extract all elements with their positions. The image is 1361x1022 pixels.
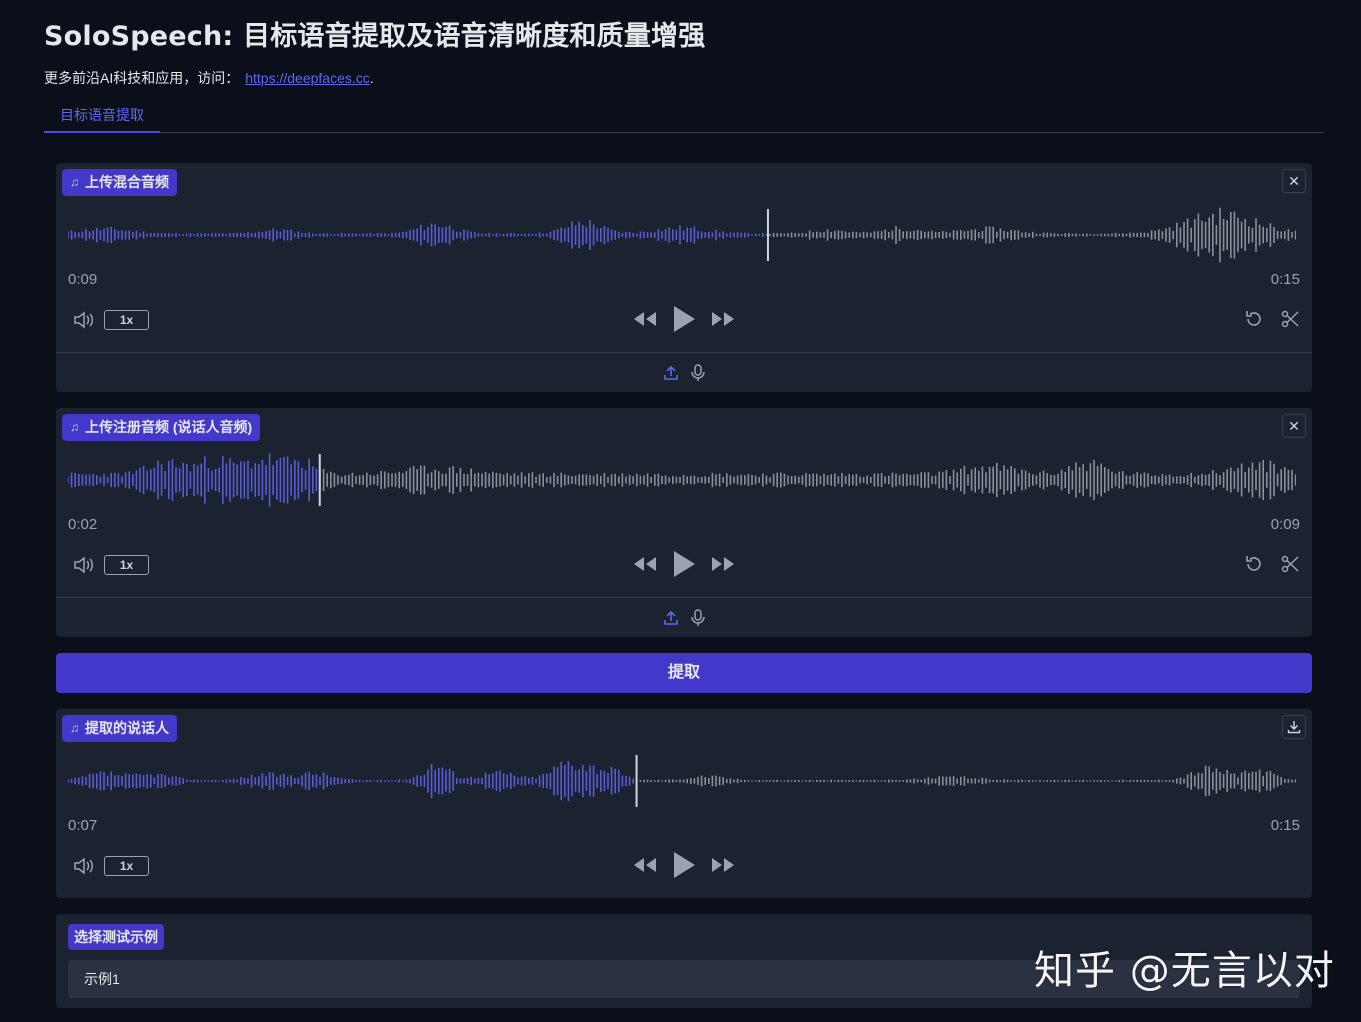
output-audio-waveform[interactable]	[68, 753, 1296, 809]
mixed-audio-panel: ♫ 上传混合音频 ✕ 0:09 0:15 1x	[56, 163, 1312, 392]
enroll-audio-current-time: 0:02	[68, 516, 98, 533]
mixed-audio-label-text: 上传混合音频	[85, 174, 169, 190]
music-note-icon: ♫	[70, 420, 79, 434]
upload-icon[interactable]	[663, 365, 679, 381]
output-audio-label-text: 提取的说话人	[85, 720, 169, 736]
output-audio-duration: 0:15	[1270, 817, 1300, 834]
enroll-audio-panel: ♫ 上传注册音频 (说话人音频) ✕ 0:02 0:09 1x	[56, 408, 1312, 637]
enroll-audio-label: ♫ 上传注册音频 (说话人音频)	[62, 414, 261, 441]
mixed-audio-current-time: 0:09	[68, 271, 98, 288]
upload-icon[interactable]	[663, 610, 679, 626]
tab-bar: 目标语音提取	[44, 98, 1324, 133]
enroll-audio-waveform[interactable]	[68, 452, 1296, 508]
examples-label: 选择测试示例	[68, 924, 164, 950]
transport-controls	[632, 549, 736, 579]
rewind-icon[interactable]	[632, 310, 658, 328]
play-icon[interactable]	[672, 851, 696, 879]
enroll-audio-source-bar	[56, 597, 1312, 637]
watermark: 知乎 @无言以对	[1034, 948, 1335, 994]
mixed-audio-source-bar	[56, 352, 1312, 392]
playback-rate-button[interactable]: 1x	[104, 856, 149, 876]
extract-button[interactable]: 提取	[56, 653, 1312, 693]
transport-controls	[632, 850, 736, 880]
playback-rate-button[interactable]: 1x	[104, 555, 149, 575]
subtitle-link[interactable]: https://deepfaces.cc	[245, 70, 370, 86]
fast-forward-icon[interactable]	[710, 856, 736, 874]
enroll-audio-duration: 0:09	[1270, 516, 1300, 533]
microphone-icon[interactable]	[691, 608, 705, 627]
output-audio-label: ♫ 提取的说话人	[62, 715, 177, 742]
music-note-icon: ♫	[70, 175, 79, 189]
reset-icon[interactable]	[1244, 554, 1264, 574]
transport-controls	[632, 304, 736, 334]
subtitle-text: 更多前沿AI科技和应用，访问：	[44, 70, 240, 86]
output-audio-current-time: 0:07	[68, 817, 98, 834]
download-icon[interactable]	[1282, 715, 1306, 739]
output-audio-panel: ♫ 提取的说话人 0:07 0:15 1x	[56, 709, 1312, 898]
play-icon[interactable]	[672, 550, 696, 578]
examples-label-text: 选择测试示例	[74, 929, 158, 945]
play-icon[interactable]	[672, 305, 696, 333]
edit-controls	[1244, 554, 1300, 576]
reset-icon[interactable]	[1244, 309, 1264, 329]
mixed-audio-waveform[interactable]	[68, 207, 1296, 263]
close-icon[interactable]: ✕	[1282, 414, 1306, 438]
rewind-icon[interactable]	[632, 555, 658, 573]
mixed-audio-label: ♫ 上传混合音频	[62, 169, 177, 196]
rewind-icon[interactable]	[632, 856, 658, 874]
page-title: SoloSpeech: 目标语音提取及语音清晰度和质量增强	[44, 21, 706, 52]
volume-icon[interactable]	[72, 555, 96, 575]
mixed-audio-duration: 0:15	[1270, 271, 1300, 288]
microphone-icon[interactable]	[691, 363, 705, 382]
volume-icon[interactable]	[72, 856, 96, 876]
subtitle-suffix: .	[369, 70, 374, 86]
playback-rate-button[interactable]: 1x	[104, 310, 149, 330]
tab-target-speech-extraction[interactable]: 目标语音提取	[44, 98, 160, 133]
scissors-icon[interactable]	[1280, 554, 1300, 574]
close-icon[interactable]: ✕	[1282, 169, 1306, 193]
page-subtitle: 更多前沿AI科技和应用，访问： https://deepfaces.cc.	[44, 68, 374, 88]
edit-controls	[1244, 309, 1300, 331]
volume-icon[interactable]	[72, 310, 96, 330]
scissors-icon[interactable]	[1280, 309, 1300, 329]
fast-forward-icon[interactable]	[710, 310, 736, 328]
music-note-icon: ♫	[70, 721, 79, 735]
enroll-audio-label-text: 上传注册音频 (说话人音频)	[85, 419, 253, 435]
fast-forward-icon[interactable]	[710, 555, 736, 573]
